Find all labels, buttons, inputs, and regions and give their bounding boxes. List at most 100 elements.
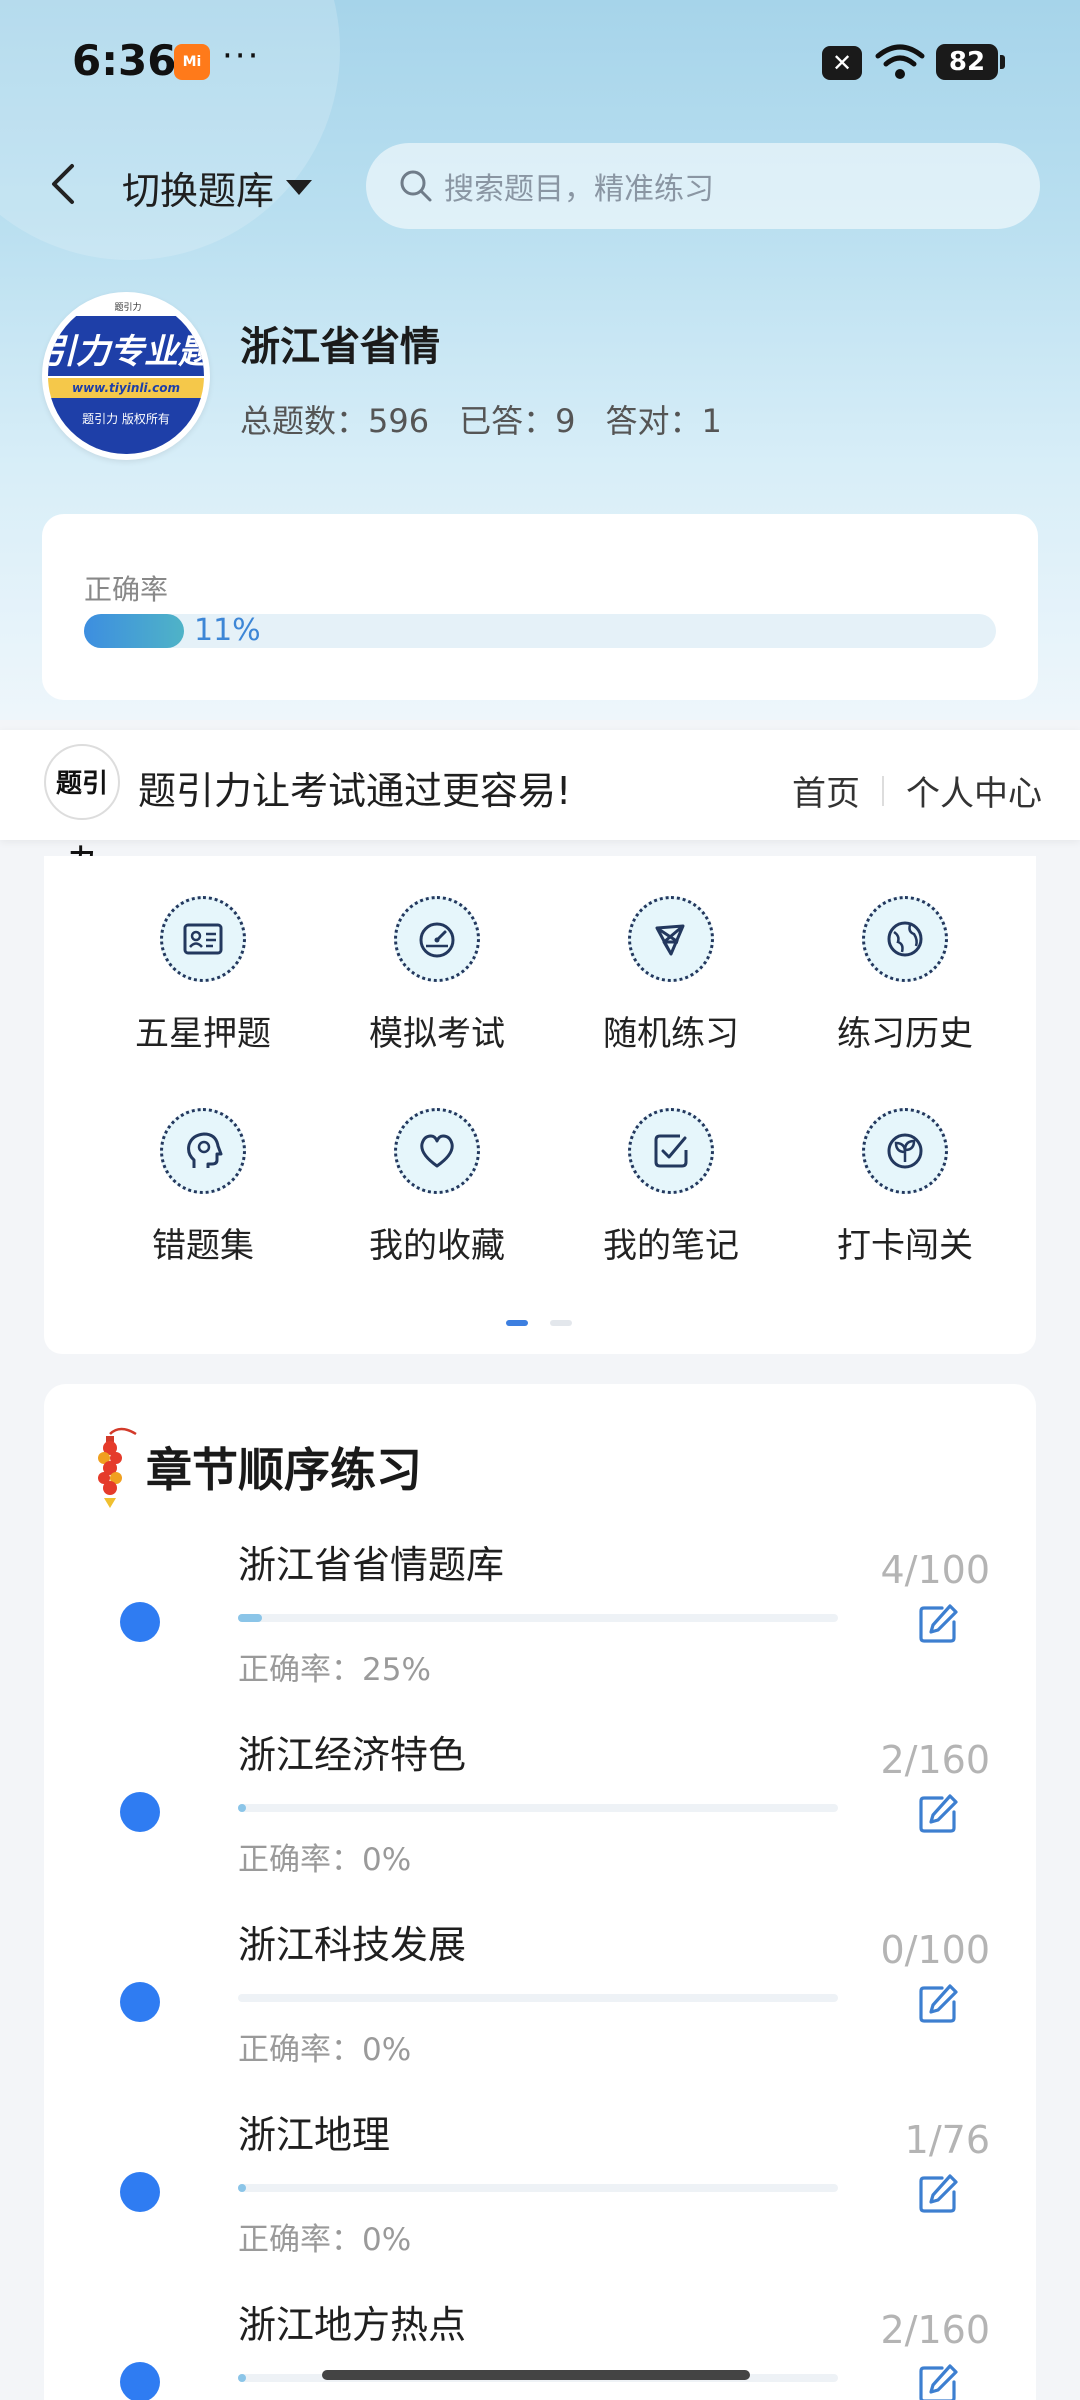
search-placeholder: 搜索题目，精准练习 bbox=[444, 172, 714, 207]
feature-favorites[interactable]: 我的收藏 bbox=[320, 1068, 554, 1266]
logo-url: www.tiyinli.com bbox=[71, 381, 181, 395]
status-bar: 6:36 Mi ··· ✕ 82 bbox=[0, 0, 1080, 126]
chapter-bullet bbox=[120, 2362, 160, 2400]
chapter-row[interactable]: 浙江地理正确率：0% 1/76 bbox=[44, 2104, 1036, 2294]
chapter-name: 浙江省省情题库 bbox=[238, 1543, 505, 1587]
chapter-count: 0/100 bbox=[880, 1928, 990, 1972]
feature-random-practice[interactable]: 随机练习 bbox=[554, 856, 788, 1054]
logo-text: 引力专业题 bbox=[42, 332, 210, 372]
logo-mark: 题引力 bbox=[88, 300, 168, 316]
chapter-bullet bbox=[120, 1982, 160, 2022]
chapter-bullet bbox=[120, 1602, 160, 1642]
chapter-count: 2/160 bbox=[880, 1738, 990, 1782]
pager-dot-active bbox=[506, 1320, 528, 1326]
feature-five-star[interactable]: 五星押题 bbox=[86, 856, 320, 1054]
battery-icon: 82 bbox=[936, 44, 1005, 80]
correct-count: 答对：1 bbox=[605, 402, 722, 440]
chapter-row[interactable]: 浙江地方热点 2/160 bbox=[44, 2294, 1036, 2400]
chapter-count: 2/160 bbox=[880, 2308, 990, 2352]
back-arrow-icon[interactable] bbox=[44, 160, 84, 208]
feature-check-in[interactable]: 打卡闯关 bbox=[788, 1068, 1022, 1266]
nav-divider bbox=[882, 775, 884, 806]
sprout-icon bbox=[862, 1108, 948, 1194]
accuracy-progress-fill bbox=[84, 614, 184, 648]
chapter-progress-bar bbox=[238, 2184, 838, 2192]
banner-nav: 首页 个人中心 bbox=[792, 766, 1042, 815]
gesture-home-bar[interactable] bbox=[322, 2370, 750, 2380]
id-card-icon bbox=[160, 896, 246, 982]
chapter-accuracy: 正确率：0% bbox=[238, 2032, 412, 2068]
switch-bank-button[interactable]: 切换题库 bbox=[122, 160, 313, 215]
accuracy-card: 正确率 11% bbox=[42, 514, 1038, 700]
accuracy-value: 11% bbox=[194, 613, 261, 648]
accuracy-progress-bar: 11% bbox=[84, 614, 996, 648]
feature-label: 错题集 bbox=[152, 1226, 254, 1266]
more-notifications-icon: ··· bbox=[222, 36, 261, 76]
nav-profile-link[interactable]: 个人中心 bbox=[906, 766, 1042, 815]
chapter-accuracy: 正确率：0% bbox=[238, 1842, 412, 1878]
chapter-progress-bar bbox=[238, 1614, 838, 1622]
app-notification-icon: Mi bbox=[174, 44, 210, 80]
question-bank-logo: 题引力 引力专业题 www.tiyinli.com 题引力 版权所有 bbox=[42, 292, 210, 460]
bank-stats: 总题数：596 已答：9 答对：1 bbox=[240, 396, 722, 442]
edit-icon[interactable] bbox=[916, 1982, 960, 2026]
feature-label: 随机练习 bbox=[603, 1014, 739, 1054]
chapter-name: 浙江科技发展 bbox=[238, 1923, 467, 1967]
edit-icon[interactable] bbox=[916, 1792, 960, 1836]
search-input[interactable]: 搜索题目，精准练习 bbox=[366, 143, 1040, 229]
brand-logo: 题引力 bbox=[44, 744, 120, 875]
chapter-progress-fill bbox=[238, 2374, 246, 2382]
switch-bank-label: 切换题库 bbox=[122, 169, 275, 213]
firecracker-icon bbox=[98, 1427, 137, 1508]
chapter-name: 浙江地方热点 bbox=[238, 2303, 467, 2347]
chapter-name: 浙江经济特色 bbox=[238, 1733, 467, 1777]
feature-label: 模拟考试 bbox=[369, 1014, 505, 1054]
feature-wrong-questions[interactable]: 错题集 bbox=[86, 1068, 320, 1266]
chapter-bullet bbox=[120, 1792, 160, 1832]
search-icon bbox=[400, 170, 432, 202]
chapter-progress-fill bbox=[238, 1804, 246, 1812]
feature-history[interactable]: 练习历史 bbox=[788, 856, 1022, 1054]
chapter-progress-fill bbox=[238, 1614, 262, 1622]
note-check-icon bbox=[628, 1108, 714, 1194]
edit-icon[interactable] bbox=[916, 2172, 960, 2216]
total-count: 总题数：596 bbox=[240, 402, 430, 440]
chapter-section-title: 章节顺序练习 bbox=[146, 1443, 422, 1497]
chapter-progress-fill bbox=[238, 2184, 246, 2192]
chapter-accuracy: 正确率：25% bbox=[238, 1652, 431, 1688]
nav-home-link[interactable]: 首页 bbox=[792, 766, 860, 815]
chapter-bullet bbox=[120, 2172, 160, 2212]
chapter-count: 1/76 bbox=[904, 2118, 990, 2162]
banner-slogan: 题引力让考试通过更容易! bbox=[138, 769, 572, 813]
caret-down-icon bbox=[286, 180, 313, 195]
chapter-progress-bar bbox=[238, 1994, 838, 2002]
edit-icon[interactable] bbox=[916, 2362, 960, 2400]
head-icon bbox=[160, 1108, 246, 1194]
chapter-name: 浙江地理 bbox=[238, 2113, 391, 2157]
status-time: 6:36 bbox=[72, 36, 177, 85]
chapter-row[interactable]: 浙江经济特色正确率：0% 2/160 bbox=[44, 1724, 1036, 1914]
chapter-practice-section: 章节顺序练习 浙江省省情题库正确率：25% 4/100 浙江经济特色正确率：0% 2/… bbox=[44, 1384, 1036, 2400]
globe-icon bbox=[862, 896, 948, 982]
chapter-row[interactable]: 浙江省省情题库正确率：25% 4/100 bbox=[44, 1534, 1036, 1724]
chapter-accuracy: 正确率：0% bbox=[238, 2222, 412, 2258]
pager-dots bbox=[506, 1320, 572, 1326]
edit-icon[interactable] bbox=[916, 1602, 960, 1646]
pager-dot bbox=[550, 1320, 572, 1326]
chapter-progress-bar bbox=[238, 1804, 838, 1812]
feature-mock-exam[interactable]: 模拟考试 bbox=[320, 856, 554, 1054]
feature-notes[interactable]: 我的笔记 bbox=[554, 1068, 788, 1266]
feature-label: 我的收藏 bbox=[369, 1226, 505, 1266]
bank-title: 浙江省省情 bbox=[240, 324, 440, 370]
page: 6:36 Mi ··· ✕ 82 切换题库 搜索题目，精准练习 题引力 引力专业… bbox=[0, 0, 1080, 2400]
promo-banner: 题引力 题引力让考试通过更容易! 首页 个人中心 bbox=[0, 730, 1080, 875]
speedometer-icon bbox=[394, 896, 480, 982]
wifi-icon bbox=[875, 44, 925, 79]
accuracy-label: 正确率 bbox=[84, 573, 169, 606]
no-sim-icon: ✕ bbox=[822, 46, 862, 80]
chapter-count: 4/100 bbox=[880, 1548, 990, 1592]
chapter-row[interactable]: 浙江科技发展正确率：0% 0/100 bbox=[44, 1914, 1036, 2104]
feature-label: 练习历史 bbox=[837, 1014, 973, 1054]
feature-label: 五星押题 bbox=[135, 1014, 271, 1054]
heart-icon bbox=[394, 1108, 480, 1194]
